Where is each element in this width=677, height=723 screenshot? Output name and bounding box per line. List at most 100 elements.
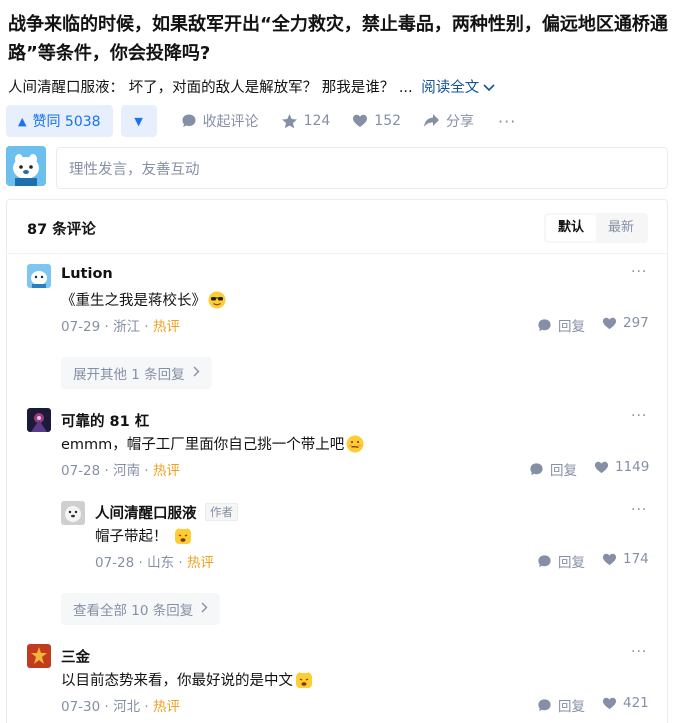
heart-icon (602, 553, 617, 565)
collapse-comments-button[interactable]: 收起评论 (181, 111, 259, 131)
like-count: 152 (374, 113, 402, 129)
comment-input-placeholder: 理性发言，友善互动 (69, 161, 200, 178)
more-icon[interactable]: ··· (631, 408, 647, 424)
comments-header: 87 条评论 默认 最新 (7, 200, 667, 254)
downvote-button[interactable]: ▼ (120, 105, 157, 137)
sunglasses-emoji-icon (208, 291, 226, 309)
star-icon (281, 113, 297, 128)
upvote-label: 赞同 5038 (32, 114, 101, 130)
expand-replies-button[interactable]: 查看全部 10 条回复 (61, 593, 221, 625)
comment-date: 07-28 (95, 555, 135, 571)
more-icon[interactable]: ··· (498, 112, 516, 131)
comment-author[interactable]: 三金 (61, 646, 90, 667)
share-button[interactable]: 分享 (423, 111, 474, 131)
reply-button[interactable]: 回复 (537, 315, 585, 335)
comment-meta: 07-28 · 河南 · 热评 (61, 463, 180, 479)
hot-badge: 热评 (152, 463, 180, 479)
more-icon[interactable]: ··· (631, 644, 647, 660)
comment-icon (538, 698, 551, 711)
heart-icon (353, 114, 368, 127)
like-button[interactable]: 174 (602, 551, 649, 567)
smirk-emoji-icon (346, 435, 364, 453)
share-icon (424, 114, 440, 127)
upvote-button[interactable]: ▲ 赞同 5038 (6, 105, 113, 137)
question-title[interactable]: 战争来临的时候，如果敌军开出“全力救灾，禁止毒品，两种性别，偏远地区通桥通路”等… (8, 10, 668, 68)
share-label: 分享 (446, 114, 475, 130)
chevron-down-icon (483, 80, 495, 96)
heart-icon (602, 697, 617, 709)
comment-icon (182, 114, 196, 127)
comment-text: 《重生之我是蒋校长》 (61, 289, 226, 310)
favorite-button[interactable]: 124 (281, 113, 331, 130)
comment-meta: 07-30 · 河北 · 热评 (61, 699, 180, 715)
like-count: 174 (623, 551, 649, 567)
comment-date: 07-28 (61, 463, 101, 479)
reply-label: 回复 (558, 699, 585, 715)
avatar[interactable] (27, 644, 51, 668)
favorite-count: 124 (303, 113, 331, 129)
comment-author[interactable]: 人间清醒口服液 (95, 502, 197, 523)
expand-replies-button[interactable]: 展开其他 1 条回复 (61, 357, 212, 389)
hot-badge: 热评 (152, 699, 180, 715)
triangle-down-icon: ▼ (134, 114, 143, 128)
comment-text: emmm，帽子工厂里面你自己挑一个带上吧 (61, 433, 364, 454)
like-count: 297 (623, 315, 649, 331)
like-button[interactable]: 1149 (594, 459, 649, 475)
comment-author[interactable]: 可靠的 81 杠 (61, 410, 149, 431)
hot-badge: 热评 (186, 555, 214, 571)
collapse-comments-label: 收起评论 (202, 114, 259, 130)
cat-emoji-icon (174, 527, 192, 545)
reply-label: 回复 (558, 319, 585, 335)
hot-badge: 热评 (152, 319, 180, 335)
expand-replies-label: 展开其他 1 条回复 (73, 367, 185, 383)
comment-count: 87 条评论 (27, 222, 96, 238)
heart-icon (594, 461, 609, 473)
comment-date: 07-30 (61, 699, 101, 715)
comment-input[interactable]: 理性发言，友善互动 (56, 147, 668, 189)
reply-button[interactable]: 回复 (529, 459, 577, 479)
triangle-up-icon: ▲ (18, 114, 27, 128)
sort-latest-tab[interactable]: 最新 (596, 215, 646, 241)
reply-button[interactable]: 回复 (537, 695, 585, 715)
answer-excerpt: 人间清醒口服液： 坏了，对面的敌人是解放军？ 那我是谁？ ... 阅读全文 (8, 76, 495, 97)
excerpt-text: 人间清醒口服液： 坏了，对面的敌人是解放军？ 那我是谁？ ... (8, 80, 413, 96)
comment-author[interactable]: Lution (61, 266, 113, 282)
reply-button[interactable]: 回复 (537, 551, 585, 571)
reply-label: 回复 (558, 555, 585, 571)
comment-meta: 07-29 · 浙江 · 热评 (61, 319, 180, 335)
like-button[interactable]: 297 (602, 315, 649, 331)
comment-icon (538, 554, 551, 567)
comment-text-content: emmm，帽子工厂里面你自己挑一个带上吧 (61, 437, 345, 453)
heart-icon (602, 317, 617, 329)
chevron-right-icon (201, 601, 208, 617)
sort-toggle: 默认 最新 (544, 213, 648, 243)
comment-text-content: 以目前态势来看，你最好说的是中文 (61, 673, 293, 689)
comment-text-content: 《重生之我是蒋校长》 (61, 293, 206, 309)
reply-label: 回复 (550, 463, 577, 479)
avatar[interactable] (27, 264, 51, 288)
avatar[interactable] (61, 501, 85, 525)
cat-emoji-icon (295, 671, 313, 689)
chevron-right-icon (193, 365, 200, 381)
avatar[interactable] (27, 408, 51, 432)
more-icon[interactable]: ··· (631, 264, 647, 280)
comments-panel: 87 条评论 默认 最新 Lution ··· 《重生之我是蒋校长》 07-29… (6, 199, 668, 723)
like-count: 421 (623, 695, 649, 711)
more-icon[interactable]: ··· (631, 502, 647, 518)
like-count: 1149 (615, 459, 650, 475)
comment-location: 浙江 (113, 319, 141, 335)
comment-location: 河南 (113, 463, 141, 479)
comment-icon (538, 318, 551, 331)
comment-text: 帽子带起！ (95, 525, 192, 546)
sort-default-tab[interactable]: 默认 (546, 215, 596, 241)
comment-date: 07-29 (61, 319, 101, 335)
like-button[interactable]: 421 (602, 695, 649, 711)
comment-text: 以目前态势来看，你最好说的是中文 (61, 669, 313, 690)
expand-replies-label: 查看全部 10 条回复 (73, 603, 194, 619)
like-button[interactable]: 152 (352, 113, 401, 129)
answer-actions: ▲ 赞同 5038 ▼ 收起评论 124 152 分享 ··· (6, 105, 516, 137)
comment-icon (530, 462, 543, 475)
author-badge: 作者 (205, 503, 238, 521)
avatar[interactable] (6, 146, 46, 186)
read-more-link[interactable]: 阅读全文 (421, 80, 495, 96)
